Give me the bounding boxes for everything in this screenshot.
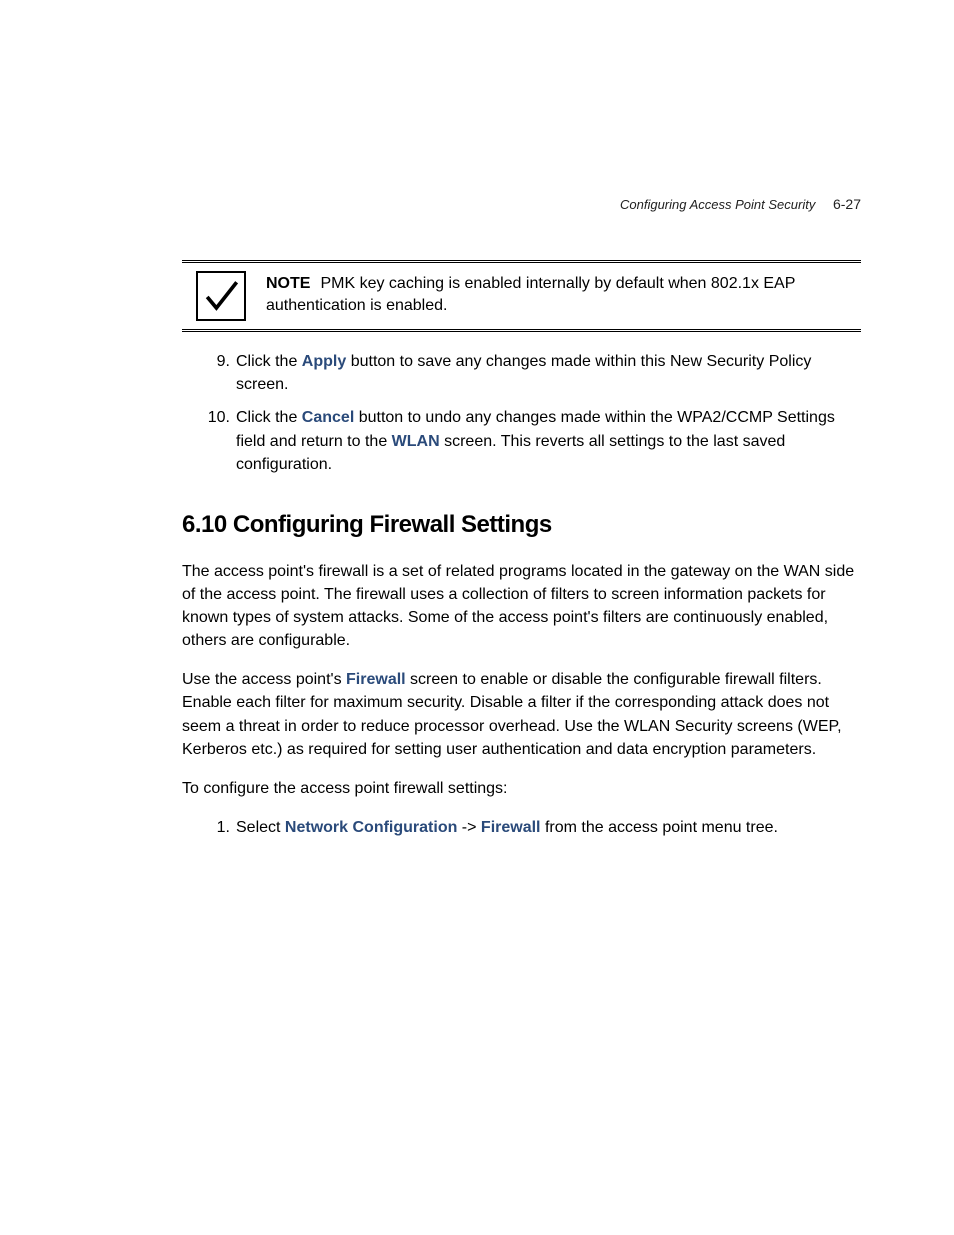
paragraph-2: Use the access point's Firewall screen t… — [182, 668, 861, 761]
paragraph-1: The access point's firewall is a set of … — [182, 560, 861, 653]
numbered-steps: 9. Click the Apply button to save any ch… — [202, 350, 861, 476]
check-icon — [196, 271, 246, 321]
section-title: Configuring Access Point Security — [620, 197, 815, 212]
substep-1: 1. Select Network Configuration -> Firew… — [202, 816, 861, 839]
note-text: NOTEPMK key caching is enabled internall… — [266, 271, 861, 318]
section-heading: 6.10 Configuring Firewall Settings — [182, 508, 861, 542]
network-configuration-link: Network Configuration — [285, 819, 457, 836]
wlan-link: WLAN — [392, 433, 440, 450]
substep-number: 1. — [202, 816, 236, 839]
step-number: 10. — [202, 406, 236, 476]
note-callout: NOTEPMK key caching is enabled internall… — [182, 260, 861, 332]
step-number: 9. — [202, 350, 236, 396]
step-content: Click the Cancel button to undo any chan… — [236, 406, 861, 476]
substep-content: Select Network Configuration -> Firewall… — [236, 816, 861, 839]
note-body: PMK key caching is enabled internally by… — [266, 275, 795, 314]
step-9: 9. Click the Apply button to save any ch… — [202, 350, 861, 396]
page-header: Configuring Access Point Security 6-27 — [620, 195, 861, 215]
step-10: 10. Click the Cancel button to undo any … — [202, 406, 861, 476]
firewall-menu-link: Firewall — [481, 819, 541, 836]
note-label: NOTE — [266, 275, 310, 292]
page-number: 6-27 — [833, 196, 861, 212]
apply-link: Apply — [302, 353, 346, 370]
firewall-link: Firewall — [346, 671, 406, 688]
cancel-link: Cancel — [302, 409, 354, 426]
paragraph-3: To configure the access point firewall s… — [182, 777, 861, 800]
substeps: 1. Select Network Configuration -> Firew… — [202, 816, 861, 839]
step-content: Click the Apply button to save any chang… — [236, 350, 861, 396]
